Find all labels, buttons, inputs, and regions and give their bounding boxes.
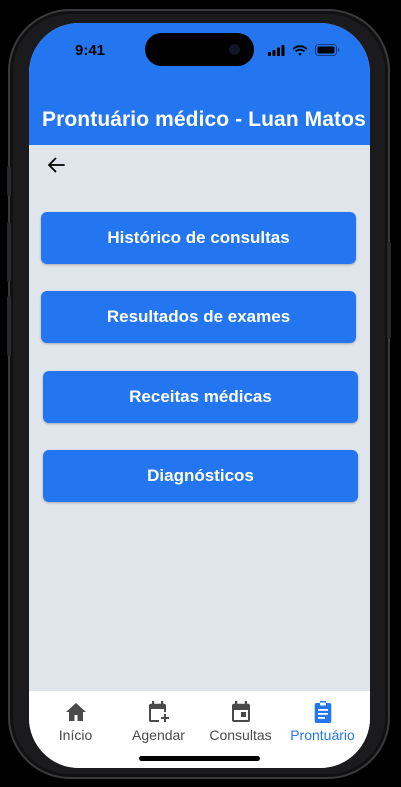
tab-label: Consultas — [209, 727, 272, 743]
status-time: 9:41 — [75, 42, 106, 59]
page-title: Prontuário médico - Luan Matos — [42, 108, 366, 131]
app-header: 9:41 Prontuário médico - Luan Matos — [29, 23, 370, 145]
mute-switch — [7, 166, 11, 196]
calendar-plus-icon — [148, 701, 169, 722]
tab-label: Agendar — [132, 727, 185, 743]
signal-icon — [268, 44, 285, 56]
status-icons — [268, 44, 340, 56]
volume-down-button — [7, 296, 11, 356]
dynamic-island — [145, 33, 254, 66]
tab-inicio[interactable]: Início — [33, 691, 118, 751]
calendar-icon — [231, 701, 250, 722]
arrow-left-icon — [48, 157, 65, 173]
tab-consultas[interactable]: Consultas — [198, 691, 283, 751]
tab-agendar[interactable]: Agendar — [116, 691, 201, 751]
resultados-exames-button[interactable]: Resultados de exames — [41, 291, 356, 343]
tab-label: Início — [58, 727, 93, 743]
tab-prontuario[interactable]: Prontuário — [280, 691, 365, 751]
wifi-icon — [292, 44, 308, 56]
tab-label: Prontuário — [290, 727, 355, 743]
app-screen: 9:41 Prontuário médico - Luan Matos Hist… — [29, 23, 370, 768]
diagnosticos-button[interactable]: Diagnósticos — [43, 450, 358, 502]
historico-consultas-button[interactable]: Histórico de consultas — [41, 212, 356, 264]
home-icon — [65, 703, 86, 721]
clipboard-icon — [314, 701, 331, 723]
battery-icon — [315, 44, 340, 56]
receitas-medicas-button[interactable]: Receitas médicas — [43, 371, 358, 423]
back-button[interactable] — [45, 154, 67, 176]
volume-up-button — [7, 222, 11, 282]
power-button — [387, 242, 391, 338]
home-indicator — [139, 756, 260, 761]
